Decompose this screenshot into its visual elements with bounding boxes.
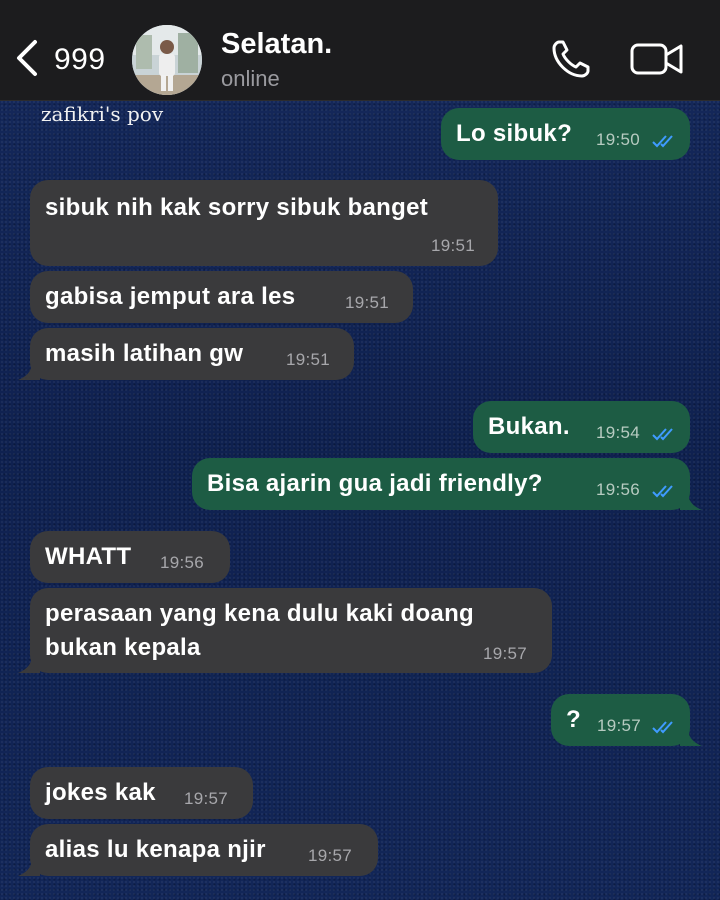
message-time: 19:50 (596, 130, 641, 149)
read-ticks-icon (652, 485, 673, 498)
message-time: 19:51 (286, 350, 331, 369)
message-text-line2: bukan kepala (45, 634, 201, 661)
contact-status: online (221, 66, 280, 91)
message-text: perasaan yang kena dulu kaki doang (45, 600, 475, 627)
contact-avatar[interactable] (132, 25, 202, 95)
message-time: 19:57 (308, 846, 353, 865)
message-time: 19:56 (160, 553, 205, 572)
message-bubble-incoming[interactable]: masih latihan gw 19:51 (30, 328, 354, 380)
read-ticks-icon (652, 135, 673, 148)
message-bubble-incoming[interactable]: jokes kak 19:57 (30, 767, 253, 819)
bubble-tail (18, 362, 40, 380)
message-time: 19:54 (596, 423, 641, 442)
video-call-button[interactable] (630, 40, 684, 78)
message-text: gabisa jemput ara les (45, 283, 296, 310)
message-bubble-outgoing[interactable]: ? 19:57 (551, 694, 690, 746)
message-text: jokes kak (45, 779, 156, 806)
contact-name[interactable]: Selatan. (221, 28, 332, 61)
message-text: Bisa ajarin gua jadi friendly? (207, 470, 543, 497)
message-bubble-outgoing[interactable]: Bisa ajarin gua jadi friendly? 19:56 (192, 458, 690, 510)
message-bubble-incoming[interactable]: sibuk nih kak sorry sibuk banget 19:51 (30, 180, 498, 266)
message-time: 19:51 (431, 236, 476, 255)
bubble-tail (680, 728, 702, 746)
message-bubble-incoming[interactable]: perasaan yang kena dulu kaki doang bukan… (30, 588, 552, 673)
message-time: 19:56 (596, 480, 641, 499)
message-bubble-incoming[interactable]: gabisa jemput ara les 19:51 (30, 271, 413, 323)
bubble-tail (680, 492, 702, 510)
message-time: 19:51 (345, 293, 390, 312)
message-time: 19:57 (483, 644, 528, 663)
message-text: sibuk nih kak sorry sibuk banget (45, 194, 429, 221)
call-button[interactable] (550, 38, 592, 80)
message-bubble-outgoing[interactable]: Bukan. 19:54 (473, 401, 690, 453)
bubble-tail (18, 655, 40, 673)
video-camera-icon (630, 43, 684, 82)
message-text: Bukan. (488, 413, 570, 440)
chat-header: 999 Selatan. online (0, 0, 720, 101)
message-bubble-outgoing[interactable]: Lo sibuk? 19:50 (441, 108, 690, 160)
message-time: 19:57 (597, 716, 642, 735)
read-ticks-icon (652, 428, 673, 441)
unread-count: 999 (54, 43, 106, 76)
phone-icon (550, 40, 592, 84)
message-text: Lo sibuk? (456, 120, 573, 147)
message-bubble-incoming[interactable]: alias lu kenapa njir 19:57 (30, 824, 378, 876)
back-button[interactable]: 999 (14, 38, 106, 82)
message-text: alias lu kenapa njir (45, 836, 266, 863)
message-text: masih latihan gw (45, 340, 244, 367)
read-ticks-icon (652, 721, 673, 734)
message-time: 19:57 (184, 789, 229, 808)
message-bubble-incoming[interactable]: WHATT 19:56 (30, 531, 230, 583)
watermark-text: zafikri's pov (41, 102, 164, 126)
bubble-tail (18, 858, 40, 876)
message-text: ? (566, 706, 581, 733)
chevron-left-icon (14, 38, 40, 83)
message-text: WHATT (45, 543, 132, 570)
